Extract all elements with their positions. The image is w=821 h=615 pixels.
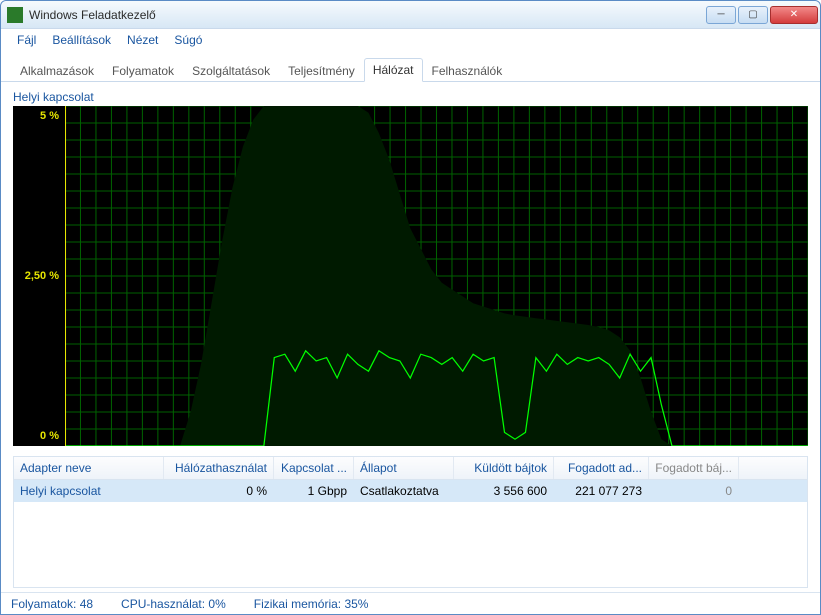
chart-title: Helyi kapcsolat <box>13 90 808 104</box>
menu-view[interactable]: Nézet <box>121 31 164 49</box>
cell-received: 221 077 273 <box>554 480 649 502</box>
table-row[interactable]: Helyi kapcsolat 0 % 1 Gbpp Csatlakoztatv… <box>14 480 807 502</box>
close-button[interactable]: ✕ <box>770 6 818 24</box>
statusbar: Folyamatok: 48 CPU-használat: 0% Fizikai… <box>1 592 820 614</box>
chart-yaxis: 5 % 2,50 % 0 % <box>13 106 65 446</box>
cell-adapter-name: Helyi kapcsolat <box>14 480 164 502</box>
menu-settings[interactable]: Beállítások <box>46 31 117 49</box>
cell-speed: 1 Gbpp <box>274 480 354 502</box>
tab-content-network: Helyi kapcsolat 5 % 2,50 % 0 % Adapter n… <box>1 82 820 592</box>
th-state[interactable]: Állapot <box>354 457 454 479</box>
task-manager-window: Windows Feladatkezelő ─ ▢ ✕ Fájl Beállít… <box>0 0 821 615</box>
th-network-usage[interactable]: Hálózathasználat <box>164 457 274 479</box>
th-link-speed[interactable]: Kapcsolat ... <box>274 457 354 479</box>
window-title: Windows Feladatkezelő <box>29 8 706 22</box>
menu-help[interactable]: Súgó <box>168 31 208 49</box>
th-bytes-sent[interactable]: Küldött bájtok <box>454 457 554 479</box>
cell-usage: 0 % <box>164 480 274 502</box>
ylabel-mid: 2,50 % <box>25 270 59 282</box>
menubar: Fájl Beállítások Nézet Súgó <box>1 29 820 51</box>
ylabel-bottom: 0 % <box>40 430 59 442</box>
status-memory: Fizikai memória: 35% <box>254 597 369 611</box>
window-controls: ─ ▢ ✕ <box>706 6 818 24</box>
ylabel-top: 5 % <box>40 110 59 122</box>
chart-plot-area <box>65 106 808 446</box>
app-icon <box>7 7 23 23</box>
tab-processes[interactable]: Folyamatok <box>103 59 183 82</box>
cell-state: Csatlakoztatva <box>354 480 454 502</box>
minimize-button[interactable]: ─ <box>706 6 736 24</box>
tab-strip: Alkalmazások Folyamatok Szolgáltatások T… <box>1 51 820 82</box>
table-header: Adapter neve Hálózathasználat Kapcsolat … <box>14 457 807 480</box>
status-cpu: CPU-használat: 0% <box>121 597 226 611</box>
th-bytes-received[interactable]: Fogadott ad... <box>554 457 649 479</box>
tab-services[interactable]: Szolgáltatások <box>183 59 279 82</box>
status-processes: Folyamatok: 48 <box>11 597 93 611</box>
network-chart: 5 % 2,50 % 0 % <box>13 106 808 446</box>
tab-users[interactable]: Felhasználók <box>423 59 512 82</box>
tab-applications[interactable]: Alkalmazások <box>11 59 103 82</box>
menu-file[interactable]: Fájl <box>11 31 42 49</box>
tab-performance[interactable]: Teljesítmény <box>279 59 364 82</box>
titlebar[interactable]: Windows Feladatkezelő ─ ▢ ✕ <box>1 1 820 29</box>
cell-received2: 0 <box>649 480 739 502</box>
tab-network[interactable]: Hálózat <box>364 58 423 82</box>
maximize-button[interactable]: ▢ <box>738 6 768 24</box>
cell-sent: 3 556 600 <box>454 480 554 502</box>
th-bytes-received2[interactable]: Fogadott báj... <box>649 457 739 479</box>
adapter-table: Adapter neve Hálózathasználat Kapcsolat … <box>13 456 808 588</box>
th-adapter-name[interactable]: Adapter neve <box>14 457 164 479</box>
